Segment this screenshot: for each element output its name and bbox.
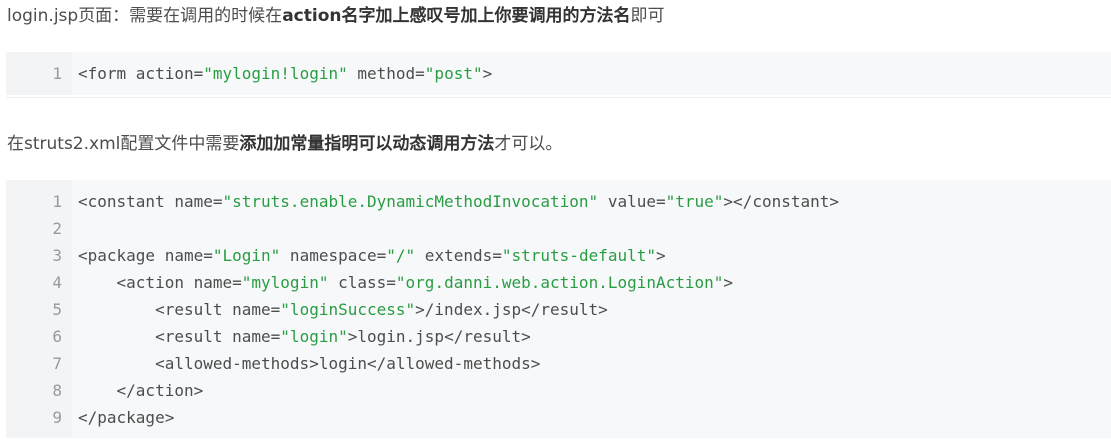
code-string: "loginSuccess" [280, 300, 416, 319]
code-line: <result name="login">login.jsp</result> [78, 323, 531, 350]
line-number: 6 [52, 327, 62, 346]
line-number: 7 [52, 354, 62, 373]
code-text: > [656, 246, 666, 265]
code-string: "org.danni.web.action.LoginAction" [395, 273, 724, 292]
code-line: <form action="mylogin!login" method="pos… [78, 60, 492, 87]
code-text: value= [598, 192, 666, 211]
code-text: <form action= [78, 64, 204, 83]
line-number: 1 [52, 192, 62, 211]
paragraph-text-tail: 即可 [630, 6, 665, 26]
line-number-gutter: 1 2 3 4 5 6 7 8 9 [6, 180, 72, 438]
code-line: <result name="loginSuccess">/index.jsp</… [78, 296, 608, 323]
code-text: <result name= [78, 300, 281, 319]
paragraph-struts-config: 在struts2.xml配置文件中需要添加加常量指明可以动态调用方法才可以。 [7, 132, 562, 156]
line-number: 8 [52, 381, 62, 400]
code-string: "struts-default" [501, 246, 656, 265]
code-text: namespace= [280, 246, 387, 265]
code-line: <constant name="struts.enable.DynamicMet… [78, 188, 839, 215]
code-string: "/" [386, 246, 416, 265]
code-text: <allowed-methods>login</allowed-methods> [78, 354, 541, 373]
code-text: </package> [78, 408, 175, 427]
line-number: 4 [52, 273, 62, 292]
code-text: extends= [415, 246, 502, 265]
paragraph-bold-text: 添加加常量指明可以动态调用方法 [239, 134, 495, 154]
line-number: 5 [52, 300, 62, 319]
divider [6, 97, 1111, 98]
code-line: <package name="Login" namespace="/" exte… [78, 242, 666, 269]
paragraph-text: login.jsp页面：需要在调用的时候在 [7, 6, 283, 26]
code-text: >/index.jsp</result> [415, 300, 608, 319]
line-number: 3 [52, 246, 62, 265]
code-text: </action> [78, 381, 204, 400]
code-line: <allowed-methods>login</allowed-methods> [78, 350, 540, 377]
line-number-gutter: 1 [6, 52, 72, 95]
code-string: "mylogin" [241, 273, 329, 292]
code-string: "true" [665, 192, 724, 211]
code-text: > [723, 273, 734, 292]
paragraph-login-jsp: login.jsp页面：需要在调用的时候在action名字加上感叹号加上你要调用… [7, 4, 664, 28]
code-string: "struts.enable.DynamicMethodInvocation" [222, 192, 599, 211]
paragraph-text-tail: 才可以。 [494, 134, 563, 154]
code-text: <action name= [78, 273, 242, 292]
line-number: 2 [52, 219, 62, 238]
code-line: </action> [78, 377, 204, 404]
line-number: 1 [52, 64, 62, 83]
code-text: class= [328, 273, 396, 292]
code-text: method= [347, 64, 425, 83]
code-text: > [482, 64, 493, 83]
code-text: ></constant> [723, 192, 840, 211]
code-block-form: 1 <form action="mylogin!login" method="p… [6, 52, 1111, 95]
code-string: "Login" [212, 246, 281, 265]
code-line: <action name="mylogin" class="org.danni.… [78, 269, 734, 296]
code-block-struts-xml: 1 2 3 4 5 6 7 8 9 <constant name="struts.enable.… [6, 180, 1111, 438]
paragraph-bold-text: action名字加上感叹号加上你要调用的方法名 [282, 6, 631, 26]
line-number: 9 [52, 408, 62, 427]
code-text: <result name= [78, 327, 281, 346]
code-text: <constant name= [78, 192, 223, 211]
code-string: "login" [280, 327, 348, 346]
paragraph-text: 在struts2.xml配置文件中需要 [7, 134, 240, 154]
code-string: "mylogin!login" [203, 64, 348, 83]
code-text: <package name= [78, 246, 213, 265]
code-line: </package> [78, 404, 174, 431]
code-string: "post" [424, 64, 483, 83]
code-text: >login.jsp</result> [347, 327, 531, 346]
